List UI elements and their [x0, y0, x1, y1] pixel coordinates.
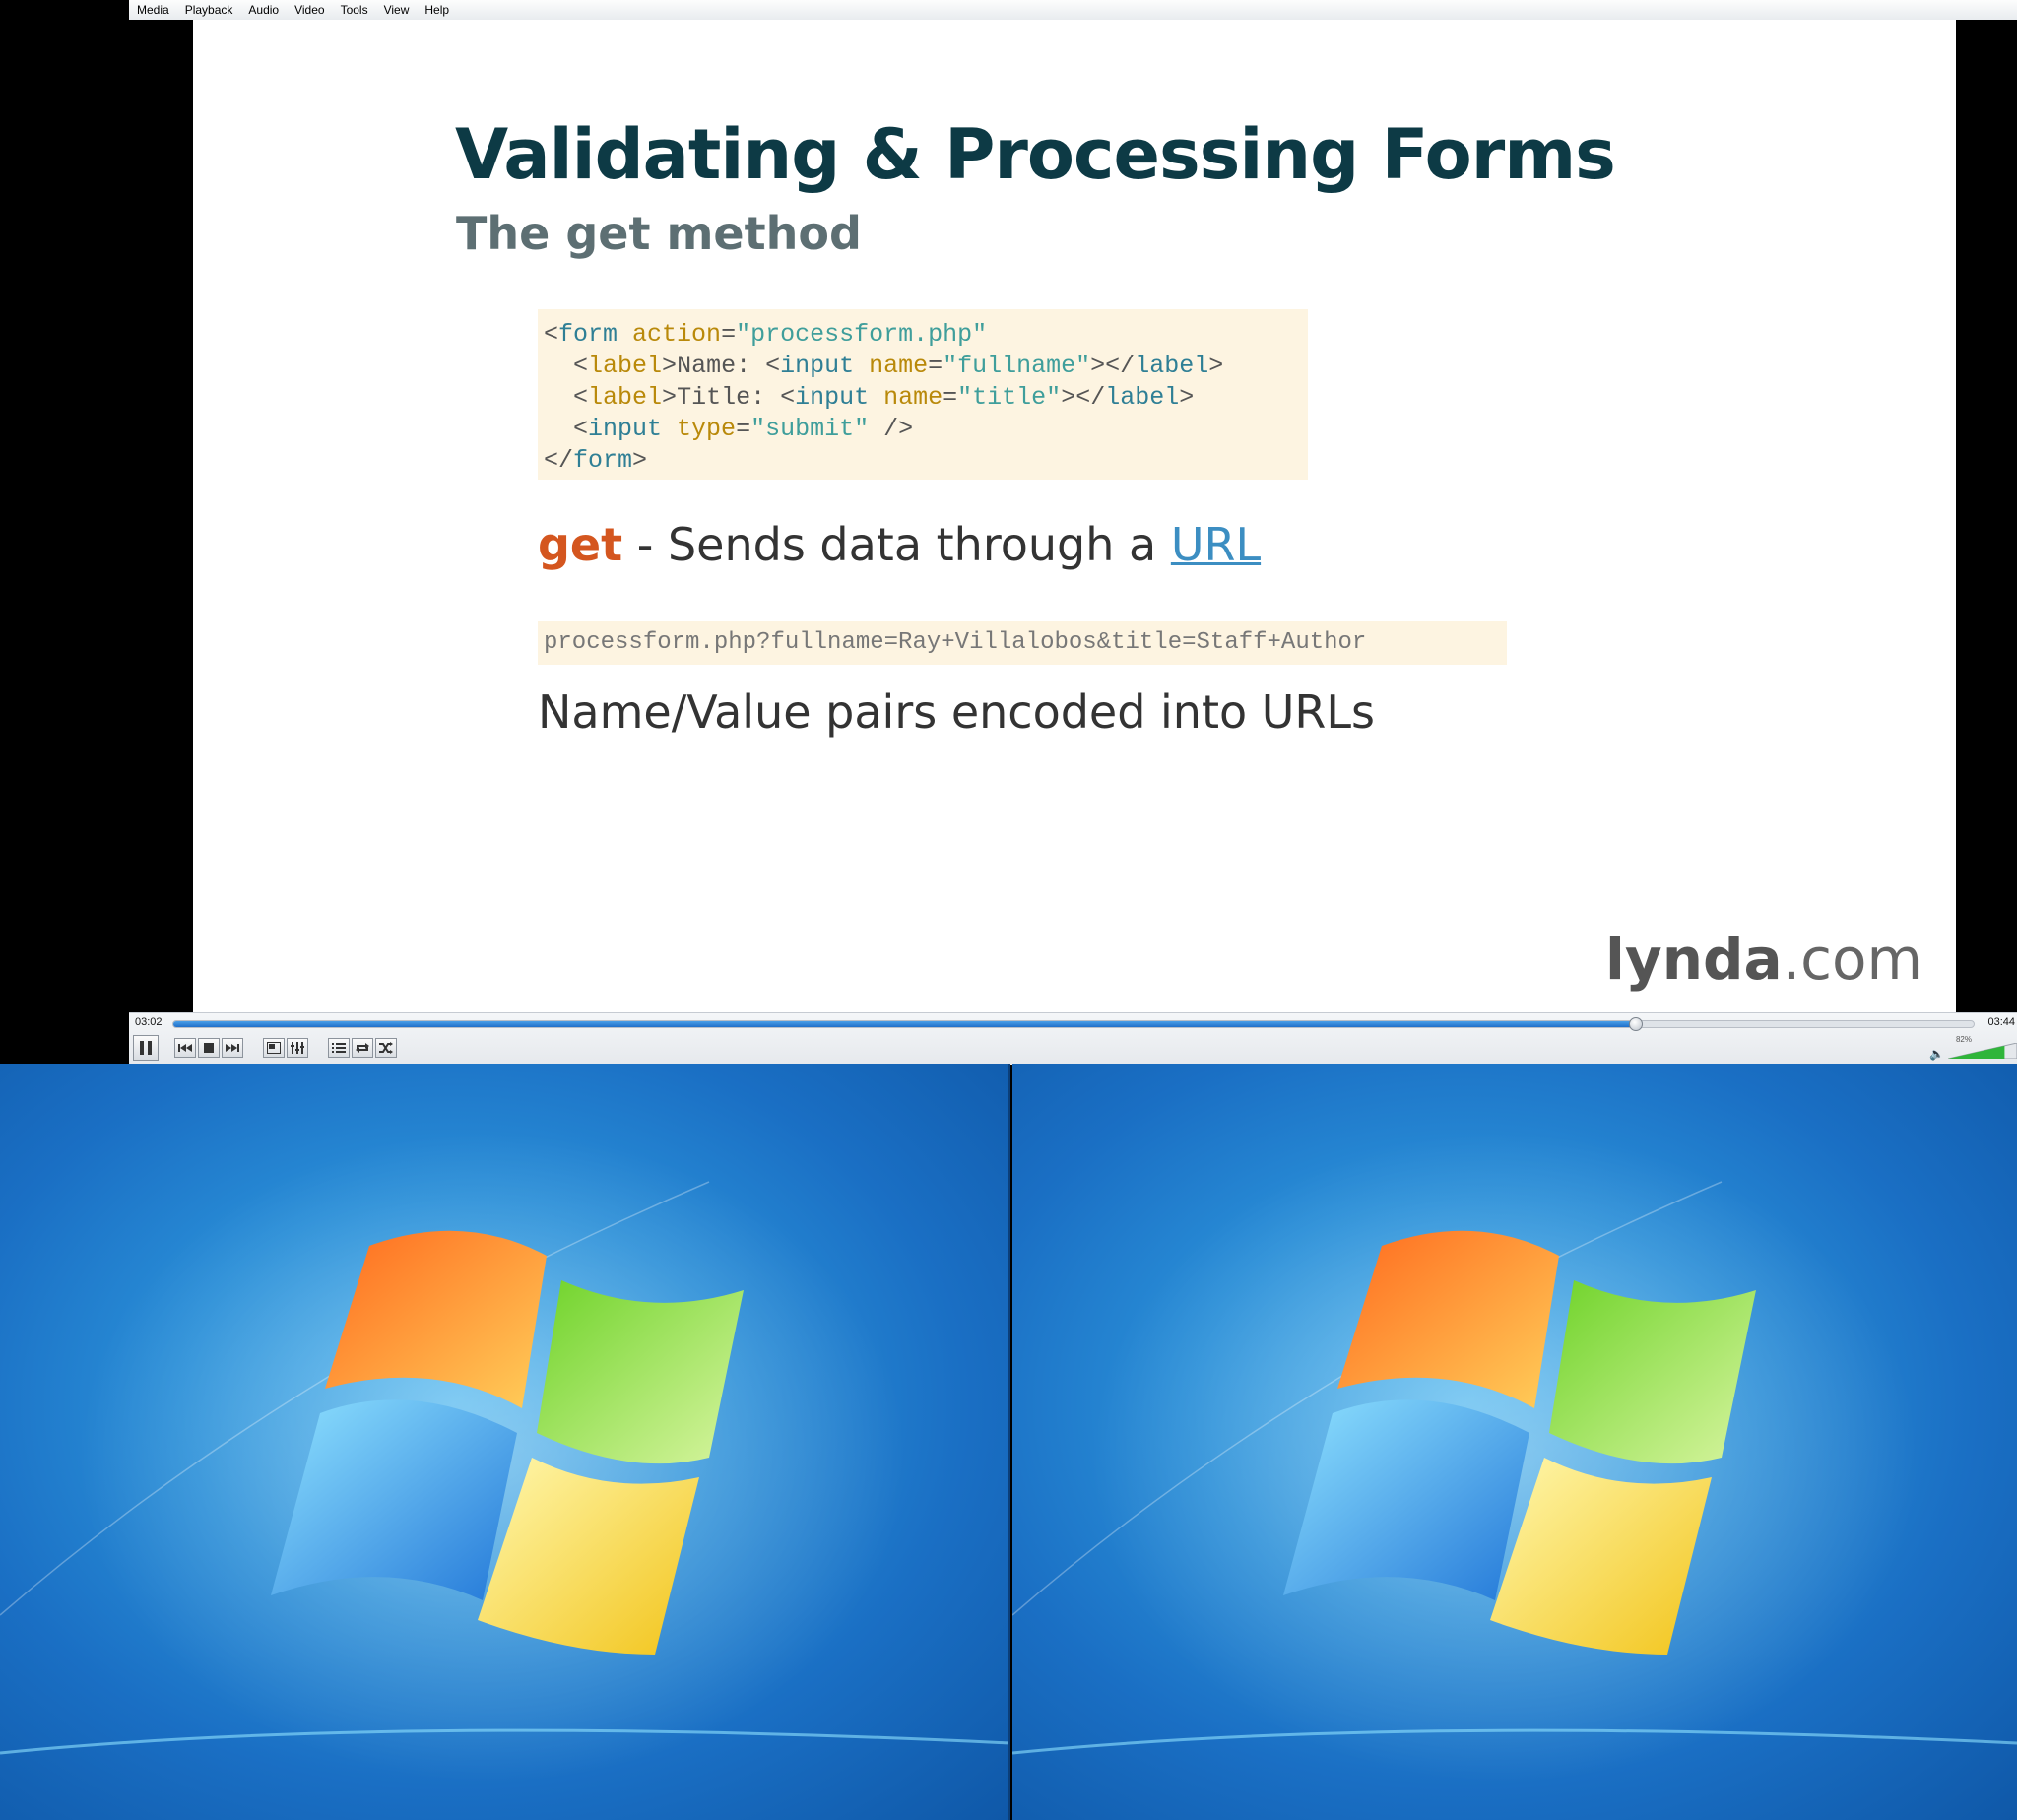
equalizer-icon — [291, 1042, 304, 1054]
shuffle-icon — [379, 1042, 393, 1054]
video-area[interactable]: Validating & Processing Forms The get me… — [129, 20, 2017, 1012]
slide-subtitle: The get method — [456, 207, 862, 260]
time-elapsed: 03:02 — [135, 1016, 163, 1028]
speaker-icon[interactable]: 🔈 — [1929, 1047, 1944, 1061]
playlist-icon — [332, 1043, 346, 1053]
loop-button[interactable] — [352, 1038, 373, 1058]
vlc-player-window: Media Playback Audio Video Tools View He… — [129, 0, 2017, 1065]
get-keyword: get — [538, 518, 623, 571]
menu-audio[interactable]: Audio — [240, 0, 287, 20]
flag-green — [537, 1280, 744, 1464]
desktop-wallpaper-right — [1012, 1064, 2017, 1820]
menu-bar: Media Playback Audio Video Tools View He… — [129, 0, 2017, 21]
extended-settings-button[interactable] — [287, 1038, 308, 1058]
slide-title: Validating & Processing Forms — [455, 114, 1616, 195]
code-line: <input type="submit" /> — [573, 415, 914, 443]
previous-button[interactable] — [174, 1038, 196, 1058]
seek-handle[interactable] — [1629, 1017, 1644, 1031]
url-example: processform.php?fullname=Ray+Villalobos&… — [538, 621, 1507, 665]
code-line: <label>Name: <input name="fullname"></la… — [573, 352, 1224, 380]
stop-icon — [204, 1043, 214, 1053]
desktop-wallpaper-left — [0, 1064, 1010, 1820]
shuffle-button[interactable] — [375, 1038, 397, 1058]
seek-bar[interactable] — [172, 1017, 1975, 1031]
pairs-description: Name/Value pairs encoded into URLs — [538, 685, 1375, 739]
code-line: <label>Title: <input name="title"></labe… — [573, 383, 1195, 412]
lynda-logo: lynda.com — [1605, 926, 1922, 993]
fullscreen-icon — [267, 1042, 281, 1054]
playlist-button[interactable] — [328, 1038, 350, 1058]
next-icon — [226, 1044, 239, 1052]
menu-video[interactable]: Video — [287, 0, 332, 20]
menu-help[interactable]: Help — [417, 0, 457, 20]
fullscreen-button[interactable] — [263, 1038, 285, 1058]
menu-tools[interactable]: Tools — [333, 0, 376, 20]
next-button[interactable] — [222, 1038, 243, 1058]
code-block: <form action="processform.php" <label>Na… — [538, 309, 1308, 480]
code-line: </form> — [544, 446, 648, 475]
volume-slider[interactable] — [1948, 1043, 2017, 1059]
time-total: 03:44 — [1987, 1016, 2015, 1028]
stop-button[interactable] — [198, 1038, 220, 1058]
pause-icon — [140, 1041, 152, 1055]
flag-green — [1549, 1280, 1756, 1464]
windows-logo-wallpaper — [1012, 1133, 2017, 1783]
get-description-text: - Sends data through a — [622, 518, 1171, 571]
playback-controls: 03:02 03:44 82% 🔈 — [129, 1012, 2017, 1065]
previous-icon — [178, 1044, 192, 1052]
menu-media[interactable]: Media — [129, 0, 177, 20]
windows-logo-wallpaper — [0, 1133, 1008, 1783]
menu-view[interactable]: View — [376, 0, 418, 20]
menu-playback[interactable]: Playback — [177, 0, 241, 20]
pause-button[interactable] — [133, 1035, 159, 1061]
loop-icon — [356, 1043, 369, 1053]
presentation-slide: Validating & Processing Forms The get me… — [193, 20, 1956, 1012]
get-description: get - Sends data through a URL — [538, 518, 1261, 571]
code-line: <form action="processform.php" — [544, 320, 988, 349]
url-link: URL — [1170, 518, 1262, 571]
seek-bar-progress — [173, 1021, 1637, 1027]
